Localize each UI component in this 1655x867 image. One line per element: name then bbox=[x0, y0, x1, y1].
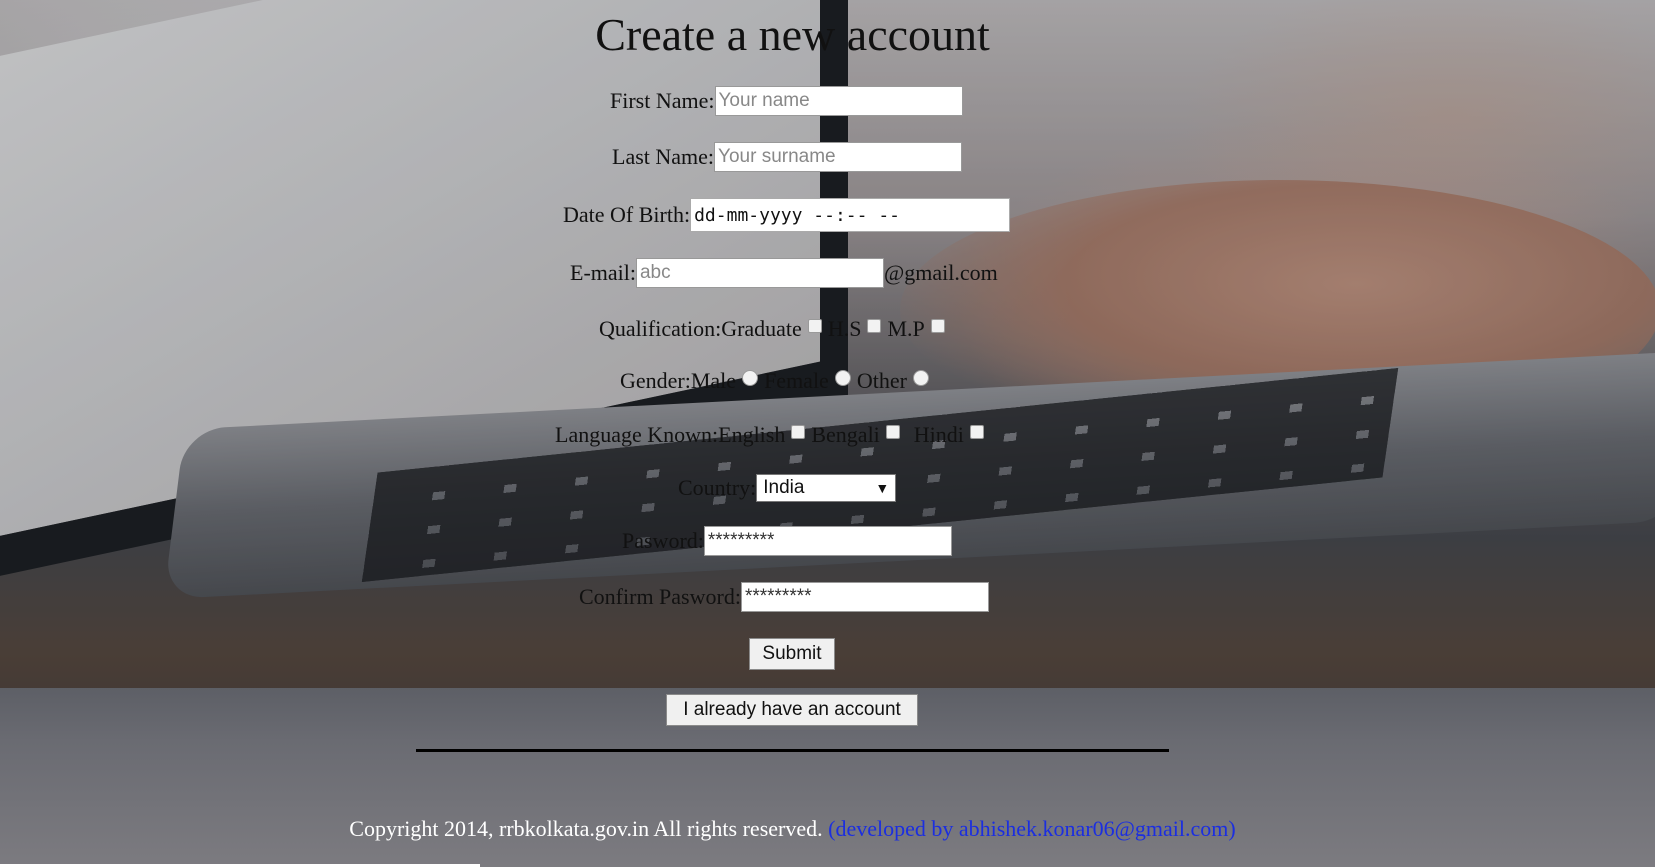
gender-male-radio[interactable] bbox=[742, 370, 759, 386]
dob-label: Date Of Birth: bbox=[563, 202, 691, 227]
footer-divider bbox=[416, 749, 1169, 752]
gender-other-radio[interactable] bbox=[912, 370, 929, 386]
qualification-row: Qualification: Graduate H.S M.P bbox=[599, 316, 951, 342]
confirm-password-label: Confirm Pasword: bbox=[579, 584, 741, 609]
gender-female-radio[interactable] bbox=[834, 370, 851, 386]
gender-option-label: Female bbox=[764, 368, 829, 393]
password-input[interactable]: ********* bbox=[703, 526, 952, 556]
email-domain-suffix: @gmail.com bbox=[883, 260, 998, 285]
language-label: Language Known: bbox=[555, 422, 719, 447]
have-account-button[interactable]: I already have an account bbox=[666, 694, 918, 726]
gender-option-label: Male bbox=[690, 368, 737, 393]
confirm-password-row: Confirm Pasword: ********* bbox=[579, 582, 989, 612]
last-name-row: Last Name: Your surname bbox=[612, 142, 963, 172]
confirm-password-input[interactable]: ********* bbox=[740, 582, 989, 612]
email-row: E-mail: abc @gmail.com bbox=[570, 258, 998, 288]
qualification-graduate-checkbox[interactable] bbox=[807, 319, 822, 333]
language-row: Language Known: English Bengali Hindi bbox=[555, 422, 990, 448]
dob-row: Date Of Birth: dd-mm-yyyy --:-- -- bbox=[563, 198, 1011, 232]
language-bengali-checkbox[interactable] bbox=[885, 425, 900, 439]
qualification-mp-checkbox[interactable] bbox=[930, 319, 945, 333]
page-title: Create a new account bbox=[595, 9, 990, 60]
country-row: Country: India ▼ bbox=[678, 474, 897, 502]
language-option-label: Bengali bbox=[811, 422, 880, 447]
submit-button[interactable]: Submit bbox=[749, 638, 835, 670]
dob-input[interactable]: dd-mm-yyyy --:-- -- bbox=[690, 198, 1011, 232]
first-name-input[interactable]: Your name bbox=[714, 86, 963, 116]
country-selected-value: India bbox=[763, 477, 805, 498]
qualification-hs-checkbox[interactable] bbox=[867, 319, 882, 333]
developer-link[interactable]: (developed by abhishek.konar06@gmail.com… bbox=[828, 816, 1236, 841]
country-select[interactable]: India ▼ bbox=[756, 474, 897, 502]
qualification-option-label: M.P bbox=[887, 316, 925, 341]
password-row: Pasword: ********* bbox=[622, 526, 952, 556]
qualification-option-label: H.S bbox=[827, 316, 862, 341]
language-option-label: Hindi bbox=[913, 422, 964, 447]
country-label: Country: bbox=[678, 475, 757, 500]
password-label: Pasword: bbox=[622, 528, 704, 553]
language-option-label: English bbox=[718, 422, 786, 447]
dropdown-arrow-icon: ▼ bbox=[875, 480, 890, 496]
last-name-input[interactable]: Your surname bbox=[714, 142, 963, 172]
last-name-label: Last Name: bbox=[612, 144, 715, 169]
gender-label: Gender: bbox=[620, 368, 691, 393]
login-link-row: I already have an account bbox=[666, 694, 918, 726]
email-input[interactable]: abc bbox=[635, 258, 884, 288]
qualification-option-label: Graduate bbox=[721, 316, 802, 341]
first-name-row: First Name: Your name bbox=[610, 86, 963, 116]
gender-option-label: Other bbox=[856, 368, 907, 393]
qualification-label: Qualification: bbox=[599, 316, 722, 341]
first-name-label: First Name: bbox=[610, 88, 715, 113]
email-label: E-mail: bbox=[570, 260, 636, 285]
submit-row: Submit bbox=[749, 638, 835, 670]
language-english-checkbox[interactable] bbox=[791, 425, 806, 439]
copyright-text: Copyright 2014, rrbkolkata.gov.in All ri… bbox=[349, 816, 823, 841]
gender-row: Gender: Male Female Other bbox=[620, 368, 935, 394]
footer: Copyright 2014, rrbkolkata.gov.in All ri… bbox=[0, 816, 1585, 842]
signup-form: Create a new account First Name: Your na… bbox=[0, 0, 1655, 867]
language-hindi-checkbox[interactable] bbox=[969, 425, 984, 439]
